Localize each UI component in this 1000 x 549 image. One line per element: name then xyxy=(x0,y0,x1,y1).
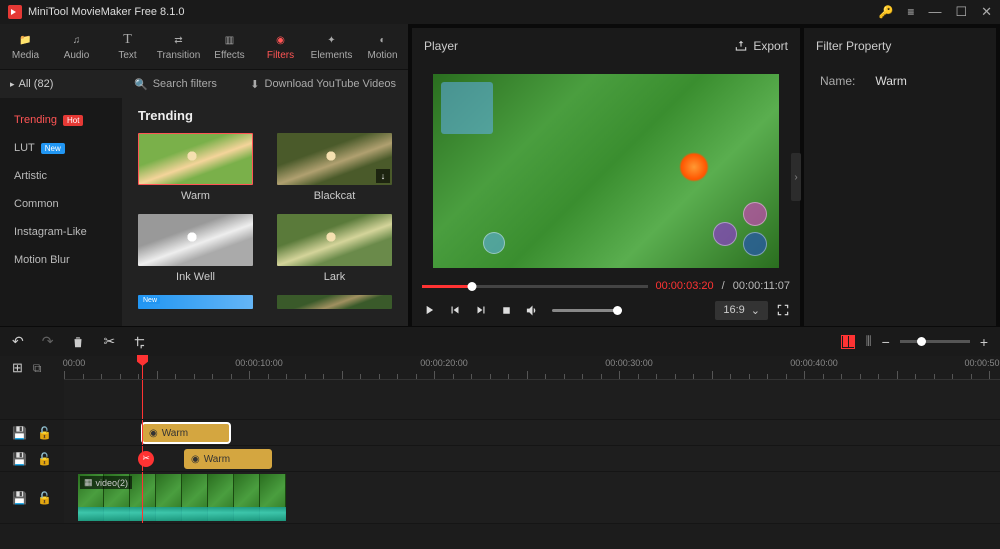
filter-cat-lut[interactable]: LUTNew xyxy=(0,134,122,162)
property-name-value: Warm xyxy=(875,74,907,88)
fullscreen-button[interactable] xyxy=(776,303,790,317)
filter-item-blackcat[interactable]: ↓ Blackcat xyxy=(277,133,392,202)
disk-icon[interactable]: 💾 xyxy=(12,426,27,440)
close-button[interactable]: ✕ xyxy=(981,4,992,20)
zoom-in-button[interactable]: + xyxy=(980,334,988,350)
tab-effects[interactable]: ▥Effects xyxy=(204,24,255,69)
filter-dot-icon: ◉ xyxy=(191,454,200,465)
play-button[interactable] xyxy=(422,303,436,317)
expand-panel-handle[interactable]: › xyxy=(791,153,801,201)
tab-audio[interactable]: ♫Audio xyxy=(51,24,102,69)
split-handle[interactable]: ✂ xyxy=(138,451,154,467)
download-icon: ⬇ xyxy=(250,78,259,91)
undo-button[interactable]: ↶ xyxy=(12,333,24,350)
zoom-slider[interactable] xyxy=(900,340,970,343)
player-progress-bar[interactable] xyxy=(422,285,648,288)
filter-all-header[interactable]: ▸All (82) xyxy=(0,70,122,98)
menu-icon[interactable]: ≡ xyxy=(907,5,914,19)
filter-item-extra2[interactable] xyxy=(277,295,392,309)
filter-cat-artistic[interactable]: Artistic xyxy=(0,162,122,190)
delete-button[interactable] xyxy=(71,335,85,349)
prev-frame-button[interactable] xyxy=(448,303,462,317)
timeline-ruler[interactable]: 00:00 00:00:10:00 00:00:20:00 00:00:30:0… xyxy=(64,356,1000,380)
chevron-down-icon: ⌄ xyxy=(751,304,760,317)
volume-button[interactable] xyxy=(525,303,540,318)
clip-video[interactable]: ▦video(2) xyxy=(78,474,286,521)
tab-media[interactable]: 📁Media xyxy=(0,24,51,69)
filter-item-inkwell[interactable]: Ink Well xyxy=(138,214,253,283)
maximize-button[interactable]: ☐ xyxy=(955,4,967,20)
tab-transition[interactable]: ⇄Transition xyxy=(153,24,204,69)
app-title: MiniTool MovieMaker Free 8.1.0 xyxy=(28,6,185,18)
tab-elements[interactable]: ✦Elements xyxy=(306,24,357,69)
player-video-preview[interactable] xyxy=(433,74,779,268)
filter-cat-common[interactable]: Common xyxy=(0,190,122,218)
clip-filter-warm-1[interactable]: ◉Warm xyxy=(142,423,230,443)
add-track-button[interactable]: ⊞ xyxy=(12,360,23,376)
tab-filters[interactable]: ◉Filters xyxy=(255,24,306,69)
download-badge-icon[interactable]: ↓ xyxy=(376,169,390,183)
duplicate-track-button[interactable]: ⧉ xyxy=(33,361,42,376)
download-youtube-link[interactable]: ⬇Download YouTube Videos xyxy=(250,78,396,91)
split-button[interactable]: ✂ xyxy=(103,333,115,350)
clip-filter-warm-2[interactable]: ◉Warm xyxy=(184,449,272,469)
video-icon: ▦ xyxy=(84,477,93,488)
player-time-total: 00:00:11:07 xyxy=(733,280,790,292)
filter-cat-instagram[interactable]: Instagram-Like xyxy=(0,218,122,246)
app-logo xyxy=(8,5,22,19)
property-panel-title: Filter Property xyxy=(804,28,996,64)
timeline-view-mode-b[interactable]: ⦀ xyxy=(865,333,871,350)
search-icon: 🔍 xyxy=(134,78,148,91)
stop-button[interactable] xyxy=(500,304,513,317)
player-title: Player xyxy=(424,39,458,53)
titlebar: MiniTool MovieMaker Free 8.1.0 🔑 ≡ — ☐ ✕ xyxy=(0,0,1000,24)
aspect-ratio-select[interactable]: 16:9⌄ xyxy=(715,301,768,320)
player-panel: Player Export 00:00:03:20 / 00:00:11:07 xyxy=(412,28,800,326)
timeline: ⊞ ⧉ 00:00 00:00:10:00 00:00:20:00 00:00:… xyxy=(0,356,1000,549)
lock-icon[interactable]: 🔓 xyxy=(37,491,52,505)
next-frame-button[interactable] xyxy=(474,303,488,317)
filter-item-lark[interactable]: Lark xyxy=(277,214,392,283)
crop-button[interactable] xyxy=(133,335,147,349)
filter-category-sidebar: ▸All (82) TrendingHot LUTNew Artistic Co… xyxy=(0,70,122,326)
player-time-current: 00:00:03:20 xyxy=(656,280,714,292)
library-tabs: 📁Media ♫Audio TText ⇄Transition ▥Effects… xyxy=(0,24,408,70)
filter-dot-icon: ◉ xyxy=(149,428,158,439)
disk-icon[interactable]: 💾 xyxy=(12,491,27,505)
filter-item-warm[interactable]: Warm xyxy=(138,133,253,202)
volume-slider[interactable] xyxy=(552,309,622,312)
lock-icon[interactable]: 🔓 xyxy=(37,426,52,440)
filter-item-extra1[interactable]: New xyxy=(138,295,253,309)
timeline-view-mode-a[interactable] xyxy=(841,335,855,349)
redo-button[interactable]: ↷ xyxy=(42,333,54,350)
lock-icon[interactable]: 🔓 xyxy=(37,452,52,466)
search-filters-input[interactable]: 🔍Search filters xyxy=(134,78,217,91)
property-name-label: Name: xyxy=(820,74,855,88)
filter-cat-motionblur[interactable]: Motion Blur xyxy=(0,246,122,274)
filter-cat-trending[interactable]: TrendingHot xyxy=(0,106,122,134)
export-button[interactable]: Export xyxy=(734,39,788,53)
tab-text[interactable]: TText xyxy=(102,24,153,69)
zoom-out-button[interactable]: − xyxy=(882,334,890,350)
export-icon xyxy=(734,39,748,53)
library-panel: 📁Media ♫Audio TText ⇄Transition ▥Effects… xyxy=(0,24,408,326)
disk-icon[interactable]: 💾 xyxy=(12,452,27,466)
filter-grid-heading: Trending xyxy=(138,108,392,123)
upgrade-key-icon[interactable]: 🔑 xyxy=(878,5,893,19)
minimize-button[interactable]: — xyxy=(928,4,941,20)
filter-property-panel: Filter Property Name: Warm xyxy=(804,28,996,326)
tab-motion[interactable]: ◐Motion xyxy=(357,24,408,69)
timeline-toolbar: ↶ ↷ ✂ ⦀ − + xyxy=(0,326,1000,356)
